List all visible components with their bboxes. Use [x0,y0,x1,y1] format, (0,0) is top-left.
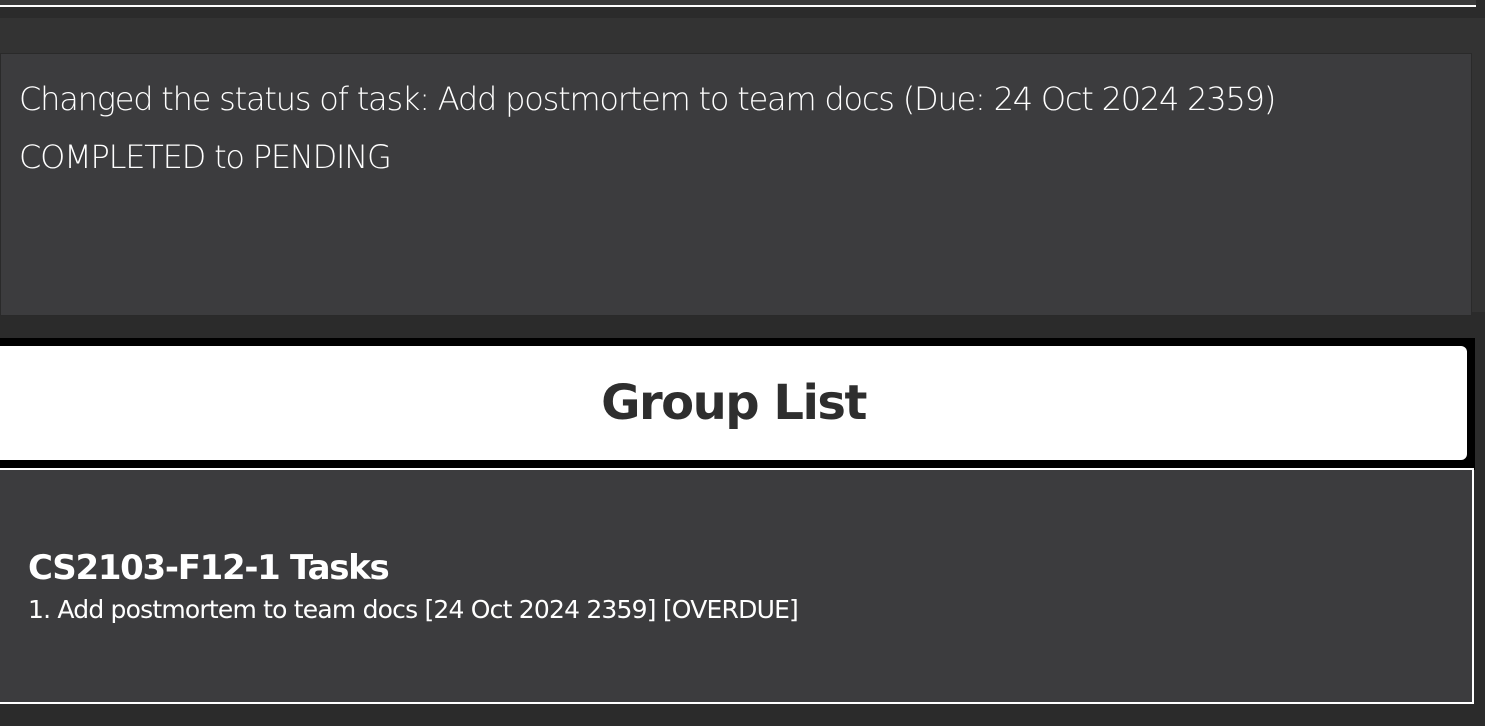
result-message: Changed the status of task: Add postmort… [1,54,1471,186]
result-message-line-1: Changed the status of task: Add postmort… [19,80,1276,118]
result-message-line-2: COMPLETED to PENDING [19,138,392,176]
result-display-placeholder: Changed the status of task: Add postmort… [0,18,1485,316]
result-display: Changed the status of task: Add postmort… [0,53,1472,316]
group-name: CS2103-F12-1 Tasks [28,548,390,588]
group-list-header: Group List [0,346,1467,460]
task-item: 1. Add postmortem to team docs [24 Oct 2… [28,595,799,624]
group-card[interactable]: CS2103-F12-1 Tasks 1. Add postmortem to … [28,546,799,630]
group-list-panel[interactable]: CS2103-F12-1 Tasks 1. Add postmortem to … [0,468,1474,704]
command-box-edge [0,0,1476,7]
group-list-title: Group List [601,375,867,431]
